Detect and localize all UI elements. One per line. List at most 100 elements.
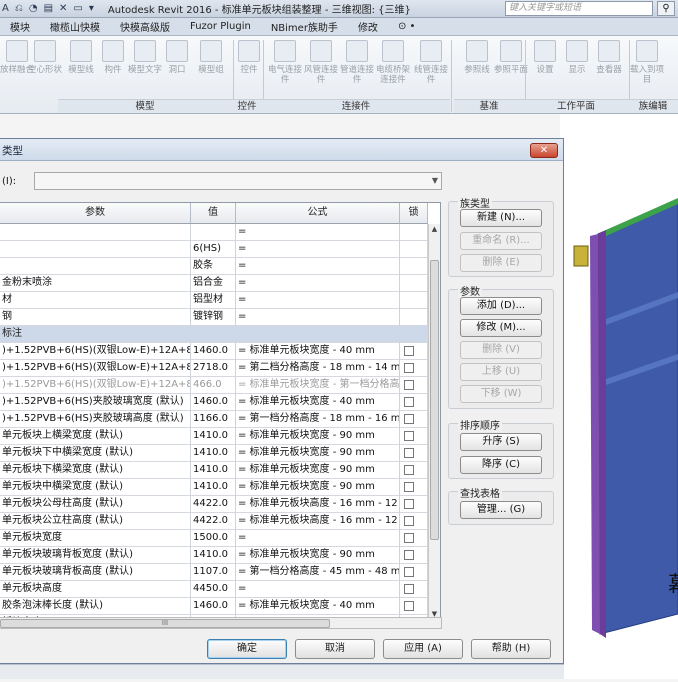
cell-formula[interactable]: =: [236, 275, 400, 292]
table-row[interactable]: 材铝型材 =: [0, 292, 428, 309]
table-row[interactable]: 单元板块下横梁宽度 (默认) 1410.0 = 标准单元板块宽度 - 90 mm: [0, 462, 428, 479]
cell-formula[interactable]: =: [236, 581, 400, 598]
cell-value[interactable]: 1410.0: [191, 547, 236, 564]
delete-type-button[interactable]: 删除 (E): [460, 254, 542, 272]
binoculars-icon[interactable]: ⚲: [657, 1, 675, 16]
vertical-scrollbar[interactable]: ▲ ▼: [428, 224, 440, 621]
apply-button[interactable]: 应用 (A): [383, 639, 463, 659]
type-name-dropdown[interactable]: ▼: [34, 172, 442, 190]
ribbon-button[interactable]: 控件: [232, 40, 266, 98]
quick-access-icon[interactable]: ◔: [29, 3, 38, 14]
cancel-button[interactable]: 取消: [295, 639, 375, 659]
table-row[interactable]: )+1.52PVB+6(HS)(双银Low-E)+12A+8m 1460.0 = 标…: [0, 343, 428, 360]
ribbon-tab[interactable]: Fuzor Plugin: [180, 21, 261, 32]
cell-value[interactable]: 铝合金: [191, 275, 236, 292]
ribbon-button[interactable]: 电气连接件: [268, 40, 302, 98]
cell-formula[interactable]: = 标准单元板块宽度 - 第一档分格高度: [236, 377, 400, 394]
lock-checkbox[interactable]: [404, 550, 414, 560]
lock-checkbox[interactable]: [404, 601, 414, 611]
quick-access-icon[interactable]: ⎌: [15, 3, 23, 14]
table-row[interactable]: )+1.52PVB+6(HS)(双银Low-E)+12A+8m 2718.0 = 第…: [0, 360, 428, 377]
cell-formula[interactable]: = 标准单元板块宽度 - 40 mm: [236, 394, 400, 411]
cell-value[interactable]: 4422.0: [191, 513, 236, 530]
lock-checkbox[interactable]: [404, 584, 414, 594]
cell-value[interactable]: 胶条: [191, 258, 236, 275]
column-header-parameter[interactable]: 参数: [0, 203, 191, 224]
ribbon-tab[interactable]: NBimer族助手: [261, 19, 348, 34]
cell-formula[interactable]: = 标准单元板块宽度 - 90 mm: [236, 479, 400, 496]
ribbon-button[interactable]: 洞口: [160, 40, 194, 98]
cell-value[interactable]: 1500.0: [191, 530, 236, 547]
lock-checkbox[interactable]: [404, 346, 414, 356]
ribbon-button[interactable]: 模型线: [64, 40, 98, 98]
cell-formula[interactable]: =: [236, 224, 400, 241]
ribbon-button[interactable]: 设置: [528, 40, 562, 98]
move-up-button[interactable]: 上移 (U): [460, 363, 542, 381]
cell-value[interactable]: 1410.0: [191, 462, 236, 479]
lock-checkbox[interactable]: [404, 499, 414, 509]
ribbon-tab[interactable]: 模块: [0, 19, 40, 34]
ribbon-tab[interactable]: ⊙ •: [388, 21, 425, 32]
cell-formula[interactable]: = 第二档分格高度 - 18 mm - 14 m: [236, 360, 400, 377]
cell-value[interactable]: 1166.0: [191, 411, 236, 428]
move-down-button[interactable]: 下移 (W): [460, 385, 542, 403]
search-input[interactable]: 键入关键字或短语: [505, 1, 653, 16]
lock-checkbox[interactable]: [404, 516, 414, 526]
sort-descending-button[interactable]: 降序 (C): [460, 456, 542, 474]
table-row[interactable]: 胶条泡沫棒长度 (默认) 1460.0 = 标准单元板块宽度 - 40 mm: [0, 598, 428, 615]
table-row[interactable]: )+1.52PVB+6(HS)(双银Low-E)+12A+8m 466.0 = 标准…: [0, 377, 428, 394]
ribbon-tab[interactable]: 快模高级版: [110, 19, 180, 34]
lock-checkbox[interactable]: [404, 567, 414, 577]
hscroll-thumb[interactable]: III: [0, 619, 330, 628]
cell-formula[interactable]: =: [236, 530, 400, 547]
lock-checkbox[interactable]: [404, 533, 414, 543]
cell-formula[interactable]: = 标准单元板块宽度 - 90 mm: [236, 445, 400, 462]
cell-value[interactable]: 镀锌钢: [191, 309, 236, 326]
remove-parameter-button[interactable]: 删除 (V): [460, 341, 542, 359]
quick-access-icon[interactable]: ✕: [59, 3, 67, 14]
quick-access-icon[interactable]: ▤: [44, 3, 53, 14]
table-row[interactable]: 单元板块中横梁宽度 (默认) 1410.0 = 标准单元板块宽度 - 90 mm: [0, 479, 428, 496]
table-row[interactable]: 金粉末喷涂 铝合金 =: [0, 275, 428, 292]
table-row[interactable]: 单元板块宽度 1500.0 =: [0, 530, 428, 547]
3d-viewport[interactable]: 幕: [560, 114, 678, 679]
lock-checkbox[interactable]: [404, 448, 414, 458]
scroll-up-icon[interactable]: ▲: [430, 225, 439, 235]
lock-checkbox[interactable]: [404, 380, 414, 390]
add-parameter-button[interactable]: 添加 (D)...: [460, 297, 542, 315]
table-row[interactable]: 钢镀锌钢 =: [0, 309, 428, 326]
table-row[interactable]: )+1.52PVB+6(HS)夹胶玻璃宽度 (默认) 1460.0 = 标准单元板块…: [0, 394, 428, 411]
cell-formula[interactable]: = 标准单元板块宽度 - 90 mm: [236, 462, 400, 479]
sort-ascending-button[interactable]: 升序 (S): [460, 433, 542, 451]
cell-formula[interactable]: = 标准单元板块高度 - 16 mm - 12: [236, 496, 400, 513]
quick-access-icon[interactable]: ▾: [89, 3, 94, 14]
lock-checkbox[interactable]: [404, 397, 414, 407]
quick-access-icon[interactable]: ▭: [73, 3, 82, 14]
cell-formula[interactable]: =: [236, 309, 400, 326]
table-row[interactable]: )+1.52PVB+6(HS)夹胶玻璃高度 (默认) 1166.0 = 第一档分格高…: [0, 411, 428, 428]
cell-value[interactable]: 6(HS): [191, 241, 236, 258]
cell-formula[interactable]: = 标准单元板块宽度 - 90 mm: [236, 428, 400, 445]
table-row[interactable]: 单元板块玻璃背板宽度 (默认) 1410.0 = 标准单元板块宽度 - 90 mm: [0, 547, 428, 564]
cell-formula[interactable]: = 第一档分格高度 - 18 mm - 16 m: [236, 411, 400, 428]
cell-formula[interactable]: =: [236, 258, 400, 275]
group-header-row[interactable]: 标注: [0, 326, 428, 343]
lock-checkbox[interactable]: [404, 414, 414, 424]
lock-checkbox[interactable]: [404, 363, 414, 373]
ribbon-tab[interactable]: 修改: [348, 19, 388, 34]
cell-formula[interactable]: =: [236, 241, 400, 258]
cell-formula[interactable]: = 第一档分格高度 - 45 mm - 48 m: [236, 564, 400, 581]
table-row[interactable]: =: [0, 224, 428, 241]
help-button[interactable]: 帮助 (H): [471, 639, 551, 659]
ribbon-button[interactable]: 参照线: [460, 40, 494, 98]
horizontal-scrollbar[interactable]: III: [0, 617, 442, 629]
cell-formula[interactable]: = 标准单元板块宽度 - 40 mm: [236, 598, 400, 615]
cell-value[interactable]: 4450.0: [191, 581, 236, 598]
scroll-thumb[interactable]: [430, 260, 439, 540]
cell-value[interactable]: 466.0: [191, 377, 236, 394]
ok-button[interactable]: 确定: [207, 639, 287, 659]
lock-checkbox[interactable]: [404, 465, 414, 475]
cell-value[interactable]: 1460.0: [191, 394, 236, 411]
lock-checkbox[interactable]: [404, 482, 414, 492]
modify-parameter-button[interactable]: 修改 (M)...: [460, 319, 542, 337]
